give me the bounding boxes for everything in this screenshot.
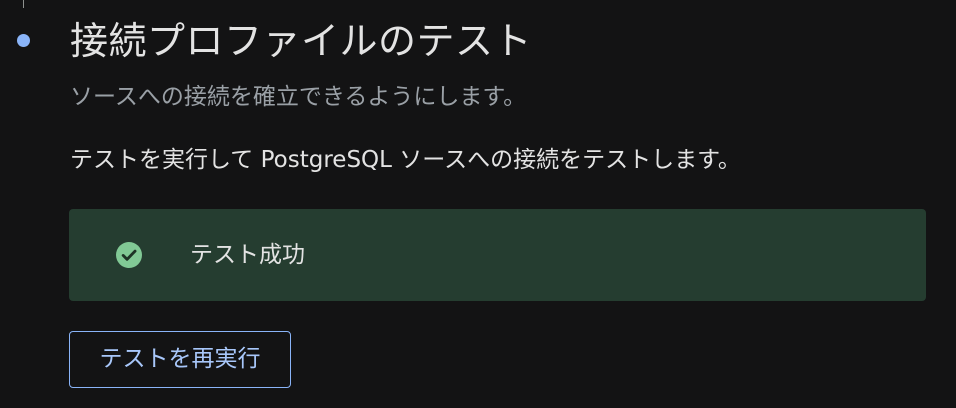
stepper-connector-line <box>23 0 24 8</box>
test-description: テストを実行して PostgreSQL ソースへの接続をテストします。 <box>70 147 741 173</box>
test-result-message: テスト成功 <box>190 242 305 268</box>
step-title: 接続プロファイルのテスト <box>70 19 533 63</box>
step-indicator-dot <box>17 34 30 47</box>
rerun-test-button[interactable]: テストを再実行 <box>69 331 291 388</box>
check-circle-icon <box>116 242 142 268</box>
step-subtitle: ソースへの接続を確立できるようにします。 <box>70 84 527 110</box>
test-result-banner: テスト成功 <box>69 209 926 301</box>
